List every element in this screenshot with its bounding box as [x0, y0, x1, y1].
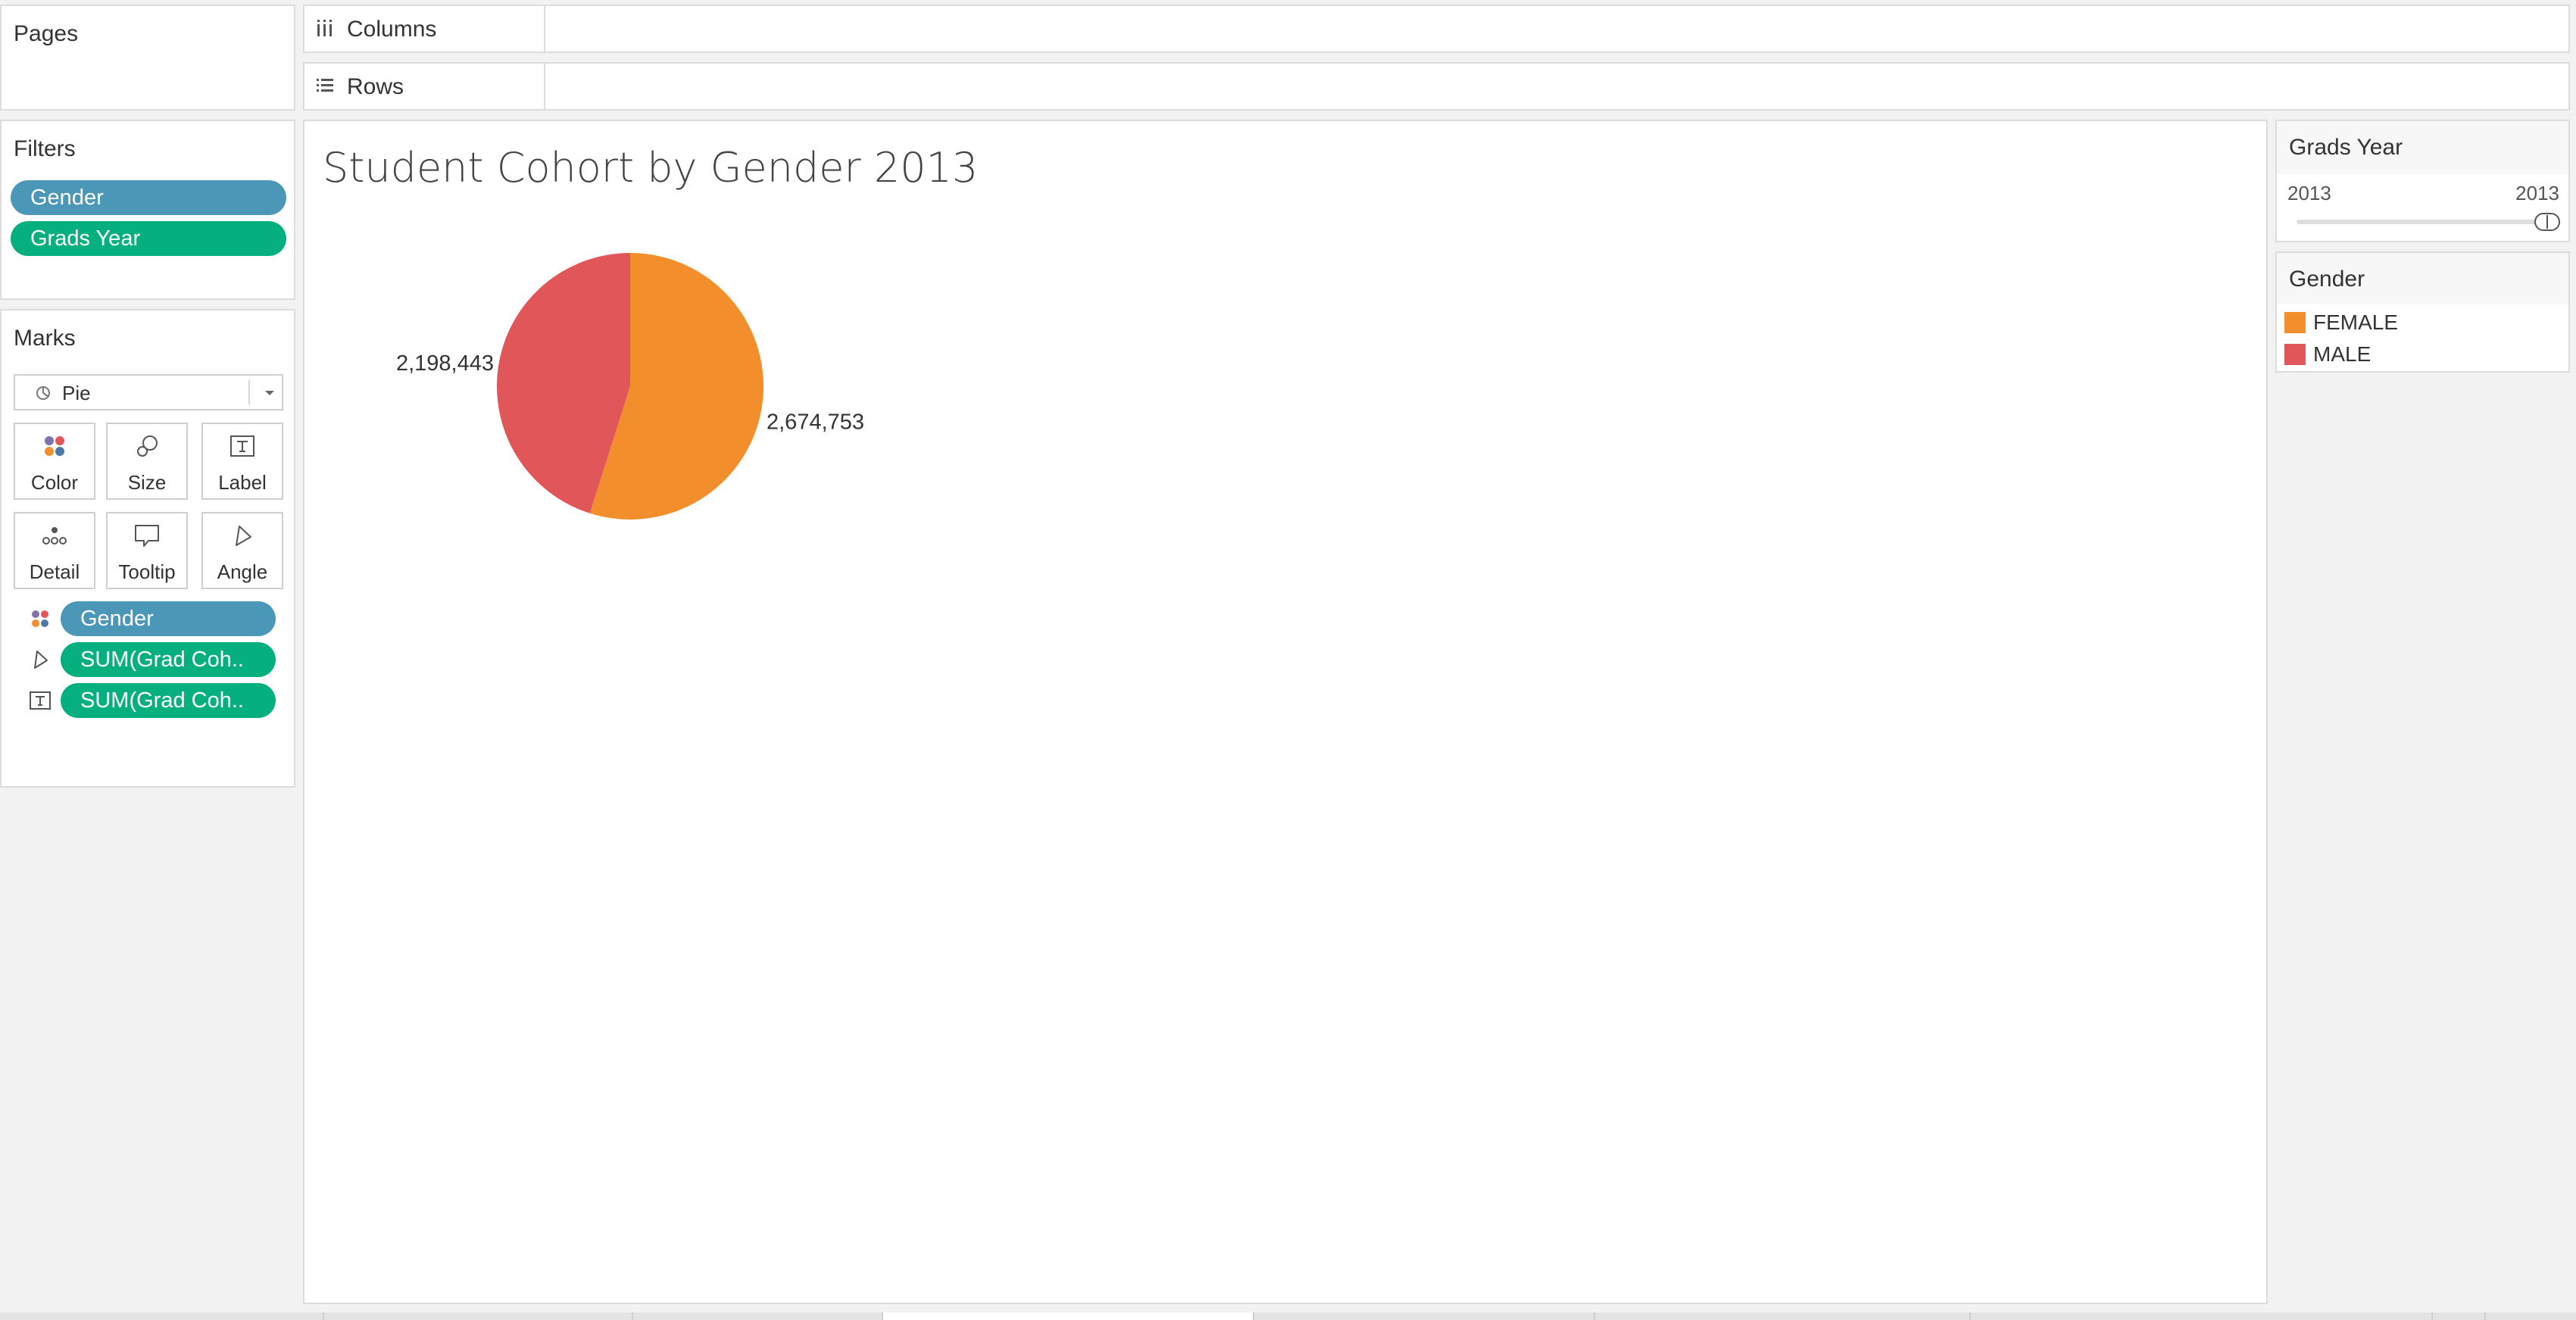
color-icon	[32, 610, 48, 627]
rows-icon	[317, 79, 333, 92]
angle-card[interactable]: Angle	[201, 512, 283, 589]
chevron-down-icon	[265, 391, 274, 395]
columns-label-zone: Columns	[304, 6, 545, 51]
label-card-label: Label	[218, 471, 267, 494]
sheet-tab[interactable]	[1594, 1312, 1971, 1320]
gender-legend-card: Gender FEMALE MALE	[2275, 251, 2570, 373]
sheet-tab[interactable]	[632, 1312, 883, 1320]
grads-year-slider-handle[interactable]	[2534, 213, 2560, 231]
sheet-tab[interactable]	[1969, 1312, 2425, 1320]
gender-legend-title: Gender	[2289, 267, 2365, 292]
sheet-tab[interactable]	[323, 1312, 633, 1320]
mark-type-dropdown[interactable]: Pie	[14, 374, 283, 410]
rows-shelf[interactable]: Rows	[303, 62, 2570, 111]
label-card[interactable]: Label	[201, 423, 283, 500]
dropdown-separator	[248, 380, 250, 404]
marks-field-sum-angle[interactable]: SUM(Grad Coh..	[61, 642, 276, 677]
size-card-label: Size	[127, 471, 167, 494]
pages-panel: Pages	[0, 5, 295, 111]
detail-card[interactable]: Detail	[14, 512, 95, 589]
filters-title: Filters	[14, 136, 76, 161]
angle-card-label: Angle	[217, 560, 268, 583]
pie-chart[interactable]: 2,674,753 2,198,443	[304, 121, 2266, 1303]
marks-field-sum-label[interactable]: SUM(Grad Coh..	[61, 683, 276, 718]
mark-type-label: Pie	[62, 382, 91, 404]
sheet-tab[interactable]	[2431, 1312, 2478, 1320]
filter-pill-gender[interactable]: Gender	[11, 180, 286, 215]
color-icon	[45, 436, 64, 456]
filters-panel: Filters Gender Grads Year	[0, 120, 295, 300]
filter-pill-grads-year[interactable]: Grads Year	[11, 221, 286, 256]
pie-icon	[36, 386, 50, 400]
pages-title: Pages	[14, 21, 79, 46]
legend-label-female[interactable]: FEMALE	[2313, 310, 2398, 335]
grads-year-max-label: 2013	[2515, 182, 2559, 204]
marks-field-gender[interactable]: Gender	[61, 601, 276, 636]
grads-year-slider-track[interactable]	[2297, 220, 2554, 224]
label-icon	[30, 691, 51, 710]
tooltip-icon	[135, 525, 159, 547]
marks-title: Marks	[14, 326, 76, 351]
pie-label-male: 2,198,443	[396, 351, 494, 376]
chart-canvas: Student Cohort by Gender 2013 2,674,753 2…	[303, 120, 2268, 1304]
angle-icon	[34, 651, 48, 669]
grads-year-min-label: 2013	[2287, 182, 2331, 204]
detail-icon	[42, 527, 67, 545]
columns-icon	[317, 20, 332, 36]
tooltip-card-label: Tooltip	[118, 560, 176, 583]
marks-panel: Marks Pie Color Size Label Detail Toolti…	[0, 309, 295, 788]
color-card-label: Color	[30, 471, 79, 494]
size-icon	[137, 435, 158, 457]
rows-label-zone: Rows	[304, 64, 545, 109]
legend-swatch-male[interactable]	[2284, 344, 2306, 365]
label-icon	[230, 435, 254, 457]
color-card[interactable]: Color	[14, 423, 95, 500]
size-card[interactable]: Size	[106, 423, 188, 500]
legend-swatch-female[interactable]	[2284, 312, 2306, 333]
tooltip-card[interactable]: Tooltip	[106, 512, 188, 589]
angle-icon	[236, 526, 251, 546]
pie-label-female: 2,674,753	[767, 410, 864, 434]
legend-label-male[interactable]: MALE	[2313, 342, 2371, 367]
grads-year-title: Grads Year	[2289, 135, 2403, 160]
sheet-tab-active[interactable]	[882, 1312, 1254, 1320]
sheet-tab[interactable]	[2484, 1312, 2531, 1320]
columns-label: Columns	[347, 17, 437, 42]
detail-card-label: Detail	[29, 560, 80, 583]
columns-shelf[interactable]: Columns	[303, 5, 2570, 53]
grads-year-filter-card: Grads Year 2013 2013	[2275, 120, 2570, 242]
rows-label: Rows	[347, 74, 404, 99]
